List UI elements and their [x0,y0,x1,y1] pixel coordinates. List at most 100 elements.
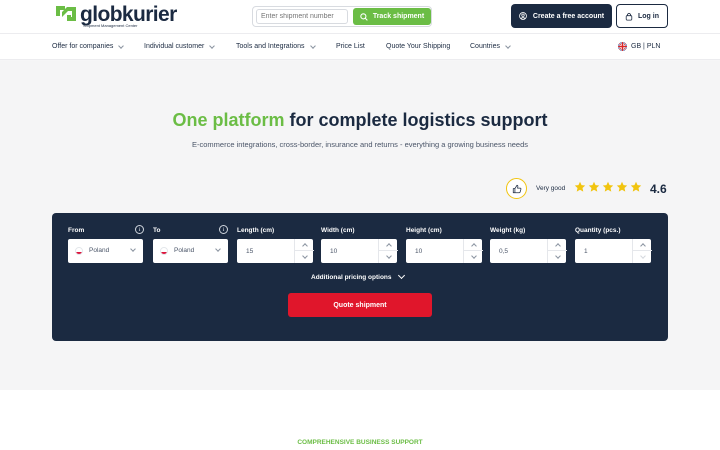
star-icon [630,181,642,192]
additional-pricing-options-label: Additional pricing options [311,273,392,281]
decrement-button[interactable] [379,251,398,263]
length-field [237,239,314,263]
chevron-down-icon [118,42,125,49]
main-nav: Offer for companies Individual customer … [0,33,720,60]
chevron-up-icon [639,242,646,249]
nav-price-list[interactable]: Price List [336,34,365,59]
length-stepper [294,239,314,263]
nav-tools-and-integrations[interactable]: Tools and Integrations [236,34,316,59]
increment-button[interactable] [379,239,398,251]
poland-flag-icon [160,247,168,255]
decrement-button[interactable] [548,251,567,263]
increment-button[interactable] [548,239,567,251]
decrement-button[interactable] [633,251,652,263]
rating-widget: Very good 4.6 [506,178,669,199]
from-country-value: Poland [89,247,110,254]
business-support-section: COMPREHENSIVE BUSINESS SUPPORT [0,390,720,450]
user-icon [519,12,527,20]
height-input[interactable] [406,239,461,263]
chevron-down-icon [309,42,316,49]
quantity-stepper [632,239,652,263]
top-bar: globkurier Shipment Management Center Tr… [0,0,720,33]
login-button[interactable]: Log in [616,4,668,28]
increment-button[interactable] [464,239,483,251]
create-account-button[interactable]: Create a free account [511,4,612,28]
to-info-icon[interactable]: i [219,225,228,234]
increment-button[interactable] [633,239,652,251]
star-icon [574,181,586,192]
nav-individual-customer[interactable]: Individual customer [144,34,216,59]
logo[interactable]: globkurier Shipment Management Center [53,4,177,28]
login-label: Log in [638,12,659,20]
length-label: Length (cm) [237,227,275,234]
decrement-button[interactable] [464,251,483,263]
quote-shipment-button[interactable]: Quote shipment [288,293,432,317]
height-stepper [463,239,483,263]
shipment-search: Track shipment [252,6,432,27]
shipment-number-input[interactable] [256,9,348,24]
logo-tagline: Shipment Management Center [83,23,138,28]
nav-offer-for-companies[interactable]: Offer for companies [52,34,125,59]
hero-title: One platform for complete logistics supp… [0,110,720,131]
width-stepper [378,239,398,263]
thumbs-up-icon [506,178,527,199]
nav-item-label: Tools and Integrations [236,43,305,50]
quantity-field [575,239,652,263]
chevron-down-icon [505,42,511,49]
nav-item-label: Price List [336,43,365,50]
width-field [321,239,398,263]
from-country-select[interactable]: Poland [68,239,143,263]
lock-icon [625,12,633,20]
star-icon [616,181,628,192]
hero-subtitle: E-commerce integrations, cross-border, i… [192,140,528,149]
quantity-label: Quantity (pcs.) [575,227,621,234]
track-shipment-label: Track shipment [372,13,425,20]
width-input[interactable] [321,239,376,263]
chevron-up-icon [301,242,308,249]
to-country-value: Poland [174,247,195,254]
search-icon [360,12,368,21]
quantity-input[interactable] [575,239,630,263]
hero-title-highlight: One platform [172,110,285,130]
chevron-down-icon [397,271,405,280]
to-country-select[interactable]: Poland [153,239,228,263]
weight-field [490,239,567,263]
globkurier-logo-icon [56,6,76,21]
nav-countries[interactable]: Countries [470,34,511,59]
chevron-down-icon [130,246,136,252]
height-label: Height (cm) [406,227,442,234]
increment-button[interactable] [295,239,314,251]
locale-switcher[interactable]: GB | PLN [618,34,660,59]
height-field [406,239,483,263]
hero-title-rest: for complete logistics support [284,110,548,130]
additional-pricing-options-toggle[interactable]: Additional pricing options [311,271,405,283]
chevron-down-icon [639,253,646,259]
section-label: COMPREHENSIVE BUSINESS SUPPORT [297,439,423,446]
weight-input[interactable] [490,239,545,263]
chevron-down-icon [209,42,216,49]
create-account-label: Create a free account [532,12,605,20]
track-shipment-button[interactable]: Track shipment [353,8,431,25]
nav-quote-your-shipping[interactable]: Quote Your Shipping [386,34,450,59]
chevron-up-icon [470,242,477,249]
rating-label: Very good [536,185,566,192]
chevron-down-icon [554,253,561,259]
uk-flag-icon [618,42,627,51]
locale-label: GB | PLN [631,43,661,50]
quote-form: From i Poland To i Poland Length (cm) Wi… [52,213,668,341]
rating-stars [574,181,642,193]
decrement-button[interactable] [295,251,314,263]
length-input[interactable] [237,239,292,263]
from-info-icon[interactable]: i [135,225,144,234]
chevron-down-icon [215,246,221,252]
chevron-down-icon [470,253,477,259]
chevron-down-icon [385,253,392,259]
weight-label: Weight (kg) [490,227,526,234]
chevron-up-icon [554,242,561,249]
nav-item-label: Quote Your Shipping [386,43,451,50]
star-icon [588,181,600,192]
nav-item-label: Individual customer [144,43,205,50]
from-label: From [68,227,85,234]
weight-stepper [547,239,567,263]
star-icon [602,181,614,192]
